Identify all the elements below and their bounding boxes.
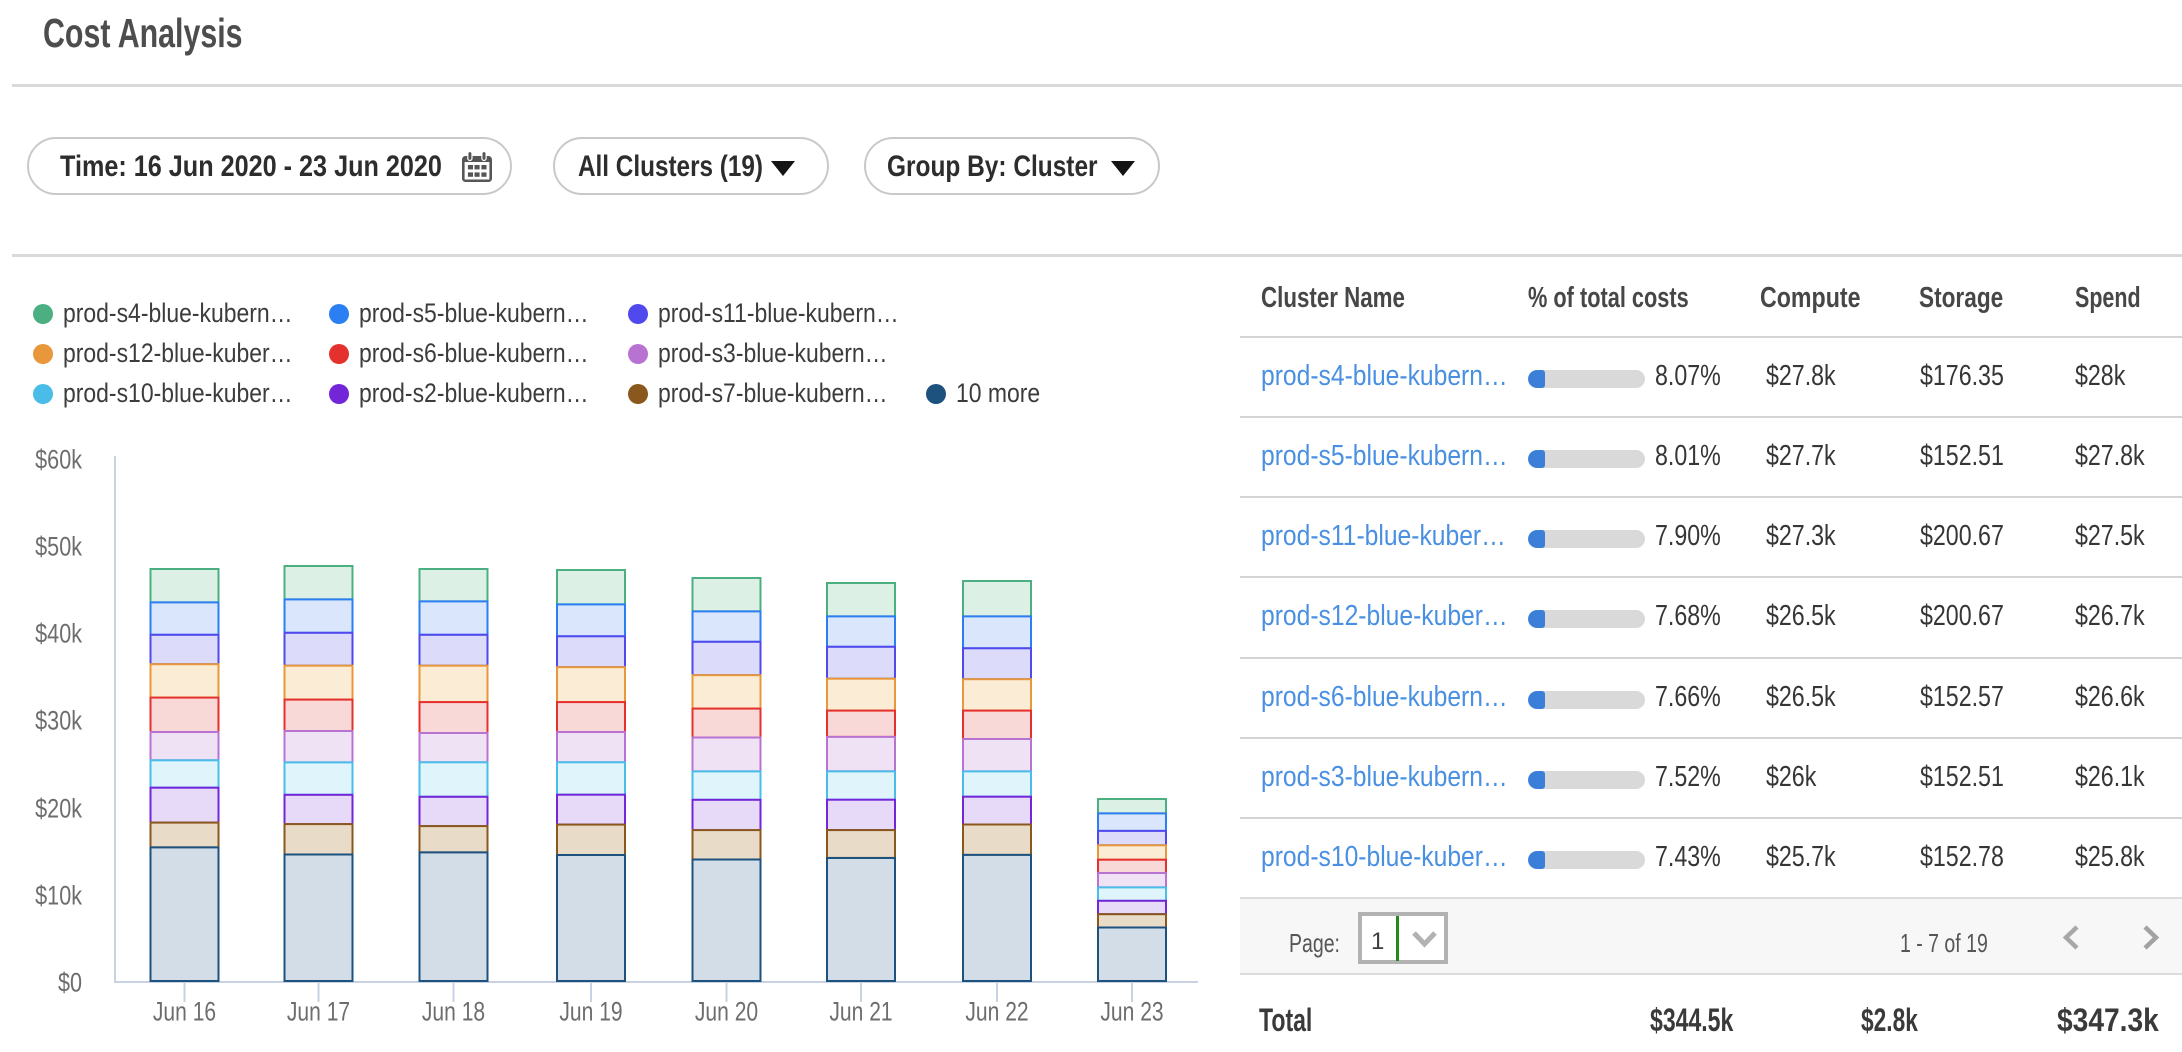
svg-text:Jun 20: Jun 20	[695, 997, 758, 1027]
svg-text:$40k: $40k	[35, 619, 83, 649]
svg-text:$50k: $50k	[35, 532, 83, 562]
svg-text:$10k: $10k	[35, 881, 83, 911]
svg-text:Jun 18: Jun 18	[422, 997, 485, 1027]
svg-text:Jun 22: Jun 22	[965, 997, 1028, 1027]
svg-text:Jun 21: Jun 21	[829, 997, 892, 1027]
svg-text:$60k: $60k	[35, 445, 83, 475]
svg-text:Jun 19: Jun 19	[559, 997, 622, 1027]
svg-text:$30k: $30k	[35, 706, 83, 736]
svg-text:$0: $0	[58, 968, 82, 998]
svg-text:$20k: $20k	[35, 794, 83, 824]
svg-text:Jun 17: Jun 17	[287, 997, 350, 1027]
svg-text:Jun 23: Jun 23	[1100, 997, 1163, 1027]
svg-text:Jun 16: Jun 16	[153, 997, 216, 1027]
